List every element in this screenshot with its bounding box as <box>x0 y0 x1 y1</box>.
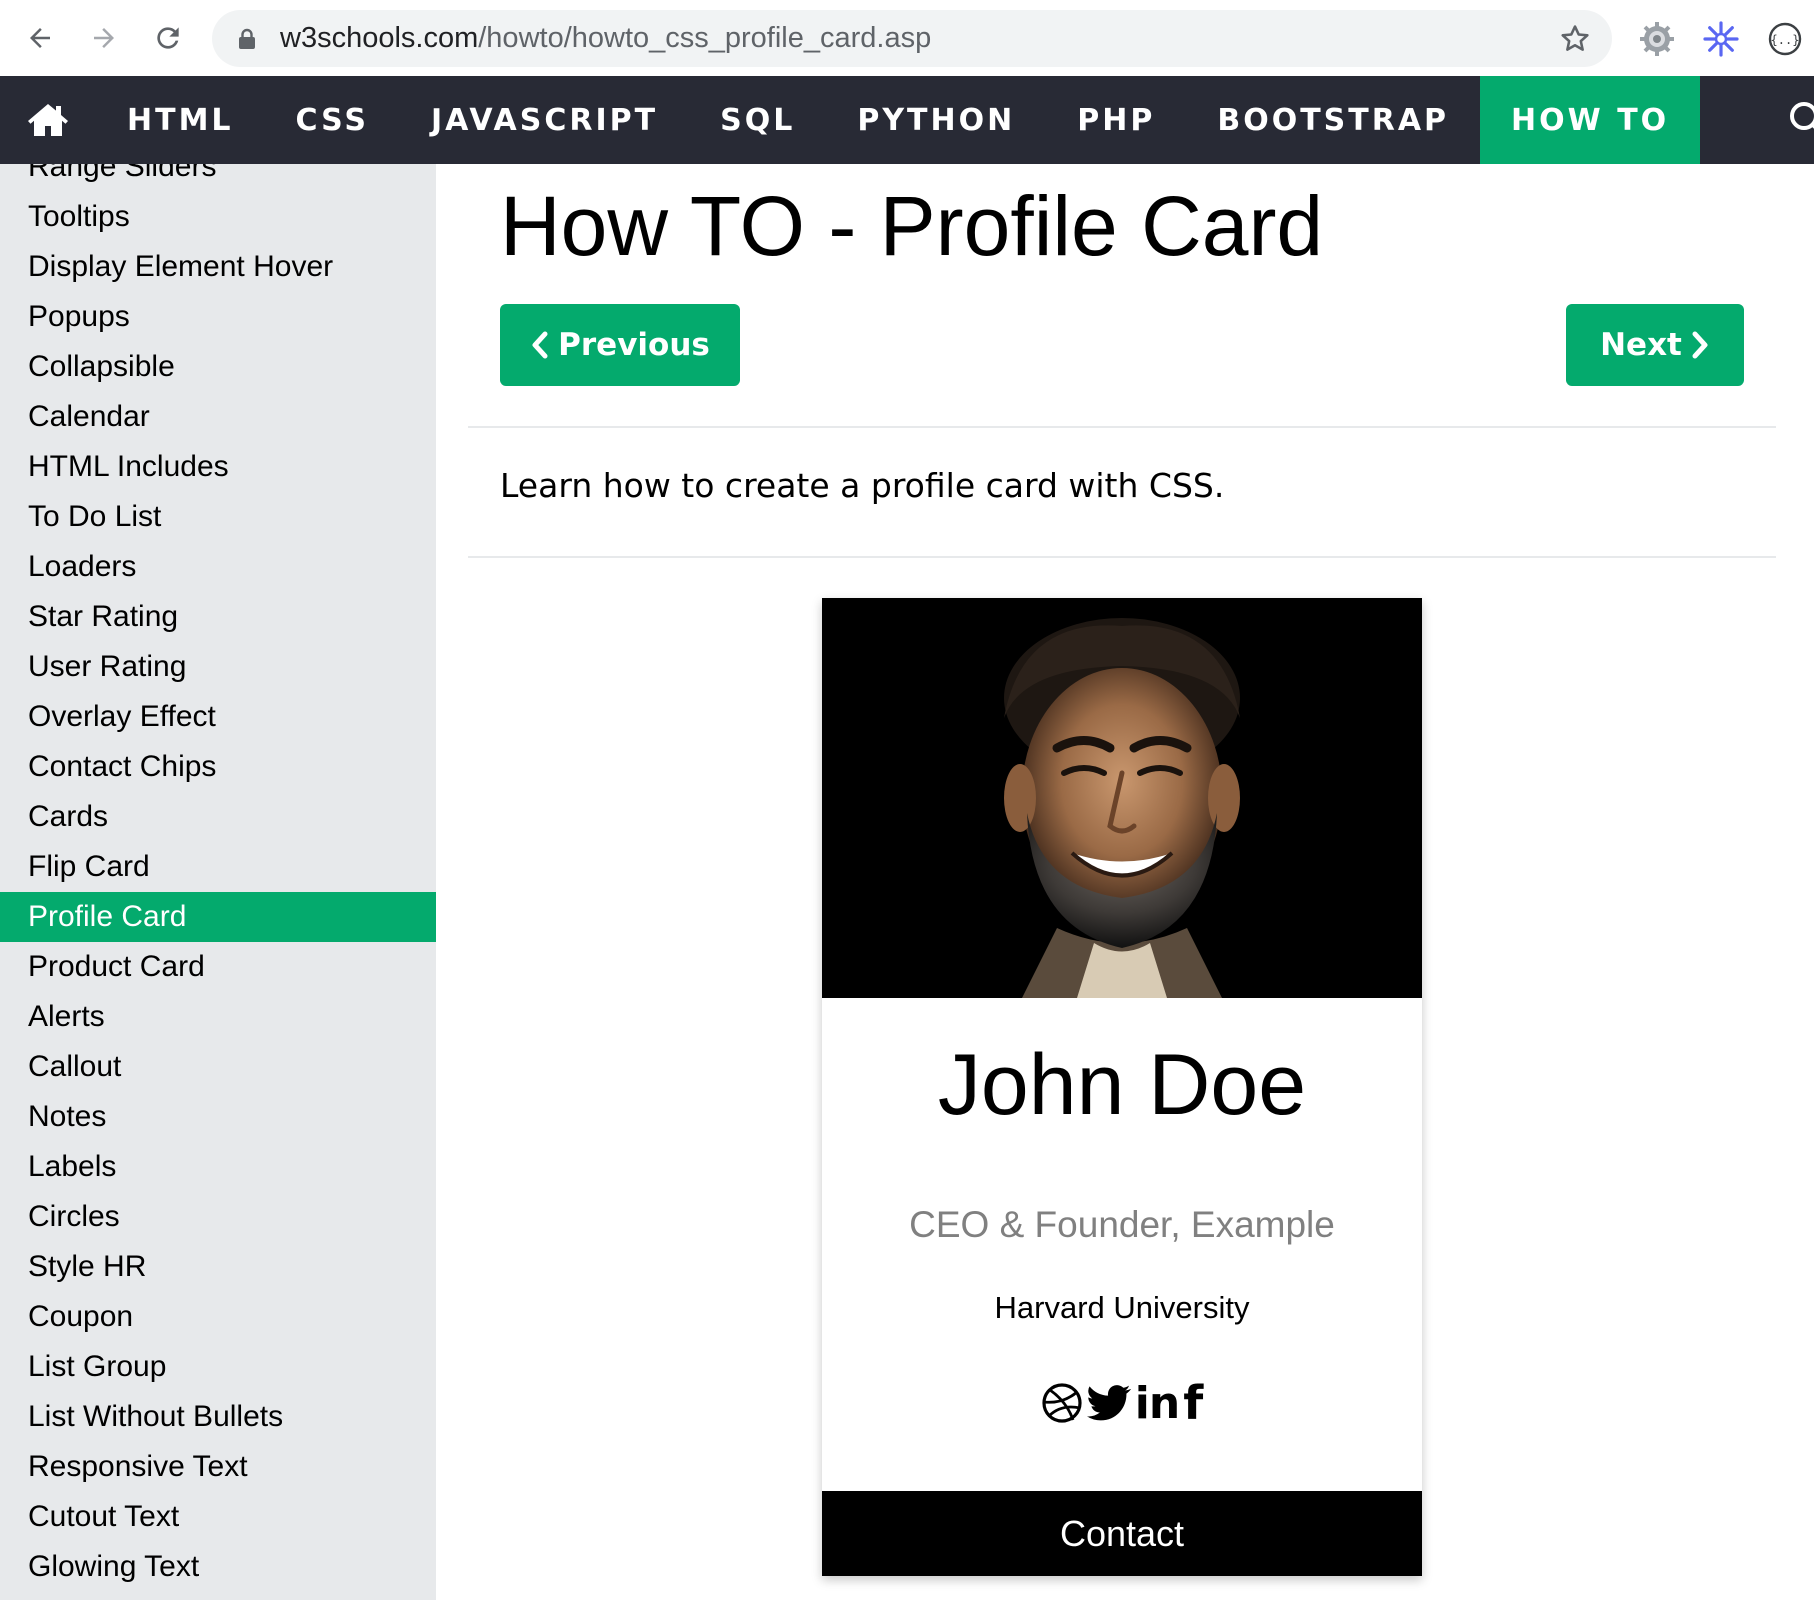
bookmark-star-icon[interactable] <box>1558 22 1592 56</box>
chevron-right-icon <box>1692 331 1708 359</box>
top-navigation: HTML CSS JAVASCRIPT SQL PYTHON PHP BOOTS… <box>0 76 1814 164</box>
chevron-left-icon <box>532 331 548 359</box>
contact-button-label: Contact <box>1059 1512 1185 1554</box>
svg-text:{..}: {..} <box>1771 33 1800 47</box>
next-button[interactable]: Next <box>1566 304 1744 386</box>
url-domain: w3schools.com <box>280 22 479 54</box>
twitter-icon[interactable] <box>1086 1378 1131 1428</box>
contact-button[interactable]: Contact <box>822 1491 1422 1576</box>
facebook-icon[interactable]: f <box>1183 1376 1204 1430</box>
sidebar-item-circles[interactable]: Circles <box>0 1192 436 1242</box>
sidebar-item-style-hr[interactable]: Style HR <box>0 1242 436 1292</box>
nav-item-how-to[interactable]: HOW TO <box>1480 76 1701 164</box>
sidebar-item-product-card[interactable]: Product Card <box>0 942 436 992</box>
sidebar-item-cards[interactable]: Cards <box>0 792 436 842</box>
sidebar-item-to-do-list[interactable]: To Do List <box>0 492 436 542</box>
nav-item-php[interactable]: PHP <box>1046 76 1186 164</box>
lock-icon <box>239 28 255 49</box>
main-content: How TO - Profile Card Previous Next Lear… <box>436 164 1814 1600</box>
sidebar-item-callout[interactable]: Callout <box>0 1042 436 1092</box>
url-path: /howto/howto_css_profile_card.asp <box>478 22 932 54</box>
sidebar-item-popups[interactable]: Popups <box>0 292 436 342</box>
linkedin-icon[interactable]: in <box>1134 1377 1180 1429</box>
search-icon[interactable] <box>1788 100 1814 140</box>
json-extension-icon[interactable]: {..} <box>1766 20 1804 58</box>
profile-name: John Doe <box>937 1037 1307 1133</box>
sidebar-item-loaders[interactable]: Loaders <box>0 542 436 592</box>
sidebar-item-responsive-text[interactable]: Responsive Text <box>0 1442 436 1492</box>
intro-text: Learn how to create a profile card with … <box>500 466 1225 505</box>
back-arrow-icon[interactable] <box>18 18 62 58</box>
sidebar: Range Sliders Tooltips Display Element H… <box>0 164 436 1600</box>
nav-item-javascript[interactable]: JAVASCRIPT <box>400 76 689 164</box>
home-icon[interactable] <box>0 76 96 164</box>
forward-arrow-icon[interactable] <box>82 18 126 58</box>
sidebar-item-labels[interactable]: Labels <box>0 1142 436 1192</box>
sidebar-item-html-includes[interactable]: HTML Includes <box>0 442 436 492</box>
previous-button-label: Previous <box>558 327 710 363</box>
nav-item-bootstrap[interactable]: BOOTSTRAP <box>1186 76 1480 164</box>
profile-title: CEO & Founder, Example <box>909 1204 1335 1245</box>
sidebar-item-coupon[interactable]: Coupon <box>0 1292 436 1342</box>
sidebar-item-display-element-hover[interactable]: Display Element Hover <box>0 242 436 292</box>
snowflake-extension-icon[interactable] <box>1702 20 1740 58</box>
divider <box>468 556 1776 558</box>
page-title: How TO - Profile Card <box>500 179 1324 273</box>
divider <box>468 426 1776 428</box>
previous-button[interactable]: Previous <box>500 304 740 386</box>
dribbble-icon[interactable] <box>1041 1378 1083 1428</box>
reload-icon[interactable] <box>146 18 190 58</box>
sidebar-item-flip-card[interactable]: Flip Card <box>0 842 436 892</box>
nav-item-sql[interactable]: SQL <box>689 76 826 164</box>
sidebar-item-glowing-text[interactable]: Glowing Text <box>0 1542 436 1592</box>
sidebar-item-collapsible[interactable]: Collapsible <box>0 342 436 392</box>
sidebar-item-alerts[interactable]: Alerts <box>0 992 436 1042</box>
sidebar-item-range-sliders[interactable]: Range Sliders <box>0 164 436 192</box>
sidebar-item-list-group[interactable]: List Group <box>0 1342 436 1392</box>
next-button-label: Next <box>1600 327 1682 363</box>
sidebar-item-user-rating[interactable]: User Rating <box>0 642 436 692</box>
sidebar-item-contact-chips[interactable]: Contact Chips <box>0 742 436 792</box>
sidebar-item-cutout-text[interactable]: Cutout Text <box>0 1492 436 1542</box>
nav-item-html[interactable]: HTML <box>96 76 265 164</box>
nav-item-css[interactable]: CSS <box>265 76 400 164</box>
linkedin-icon-text: in <box>1134 1377 1180 1429</box>
social-links: in f <box>822 1376 1422 1430</box>
sidebar-item-calendar[interactable]: Calendar <box>0 392 436 442</box>
profile-photo <box>822 598 1422 998</box>
settings-extension-icon[interactable] <box>1638 20 1676 58</box>
browser-toolbar: w3schools.com/howto/howto_css_profile_ca… <box>0 0 1814 76</box>
sidebar-item-star-rating[interactable]: Star Rating <box>0 592 436 642</box>
sidebar-item-list-without-bullets[interactable]: List Without Bullets <box>0 1392 436 1442</box>
sidebar-item-tooltips[interactable]: Tooltips <box>0 192 436 242</box>
sidebar-item-notes[interactable]: Notes <box>0 1092 436 1142</box>
sidebar-item-overlay-effect[interactable]: Overlay Effect <box>0 692 436 742</box>
nav-item-python[interactable]: PYTHON <box>826 76 1046 164</box>
sidebar-item-profile-card[interactable]: Profile Card <box>0 892 436 942</box>
address-bar[interactable]: w3schools.com/howto/howto_css_profile_ca… <box>212 10 1612 67</box>
profile-card: John Doe CEO & Founder, Example Harvard … <box>822 598 1422 1576</box>
facebook-icon-text: f <box>1183 1376 1204 1430</box>
profile-school: Harvard University <box>994 1290 1250 1325</box>
url-text: w3schools.com/howto/howto_css_profile_ca… <box>280 10 931 67</box>
